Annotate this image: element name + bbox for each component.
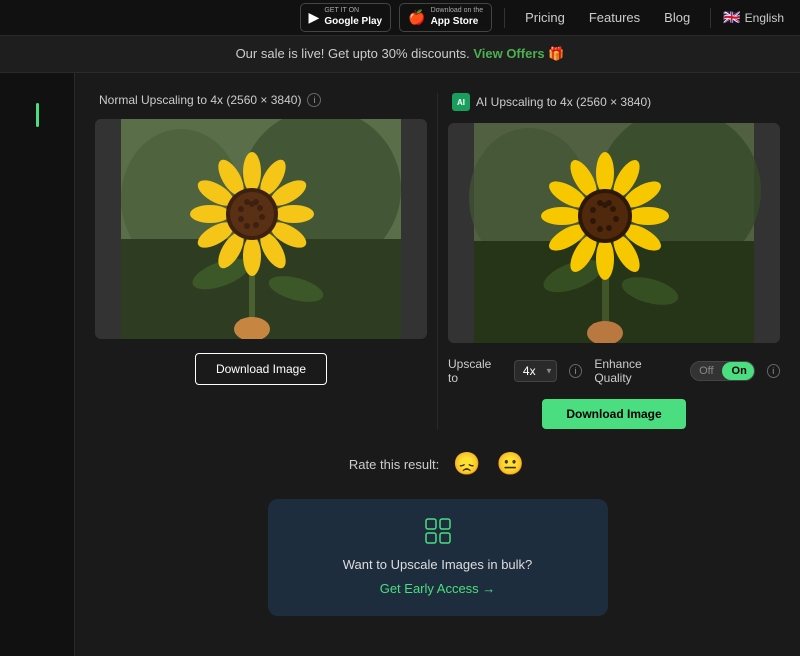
bulk-upscale-card: Want to Upscale Images in bulk? Get Earl… [268,499,608,616]
enhance-quality-label: Enhance Quality [594,357,678,385]
nav-divider-2 [710,8,711,28]
ai-panel-title: AI Upscaling to 4x (2560 × 3840) [476,95,651,109]
comparison-panels: Normal Upscaling to 4x (2560 × 3840) i [95,93,780,429]
normal-download-button[interactable]: Download Image [195,353,327,385]
flag-icon: 🇬🇧 [723,9,740,26]
toggle-off-label[interactable]: Off [691,362,721,380]
ai-image-container [448,123,780,343]
ai-upscaling-panel: AI AI Upscaling to 4x (2560 × 3840) [448,93,780,429]
normal-panel-title: Normal Upscaling to 4x (2560 × 3840) [99,93,301,107]
normal-sunflower-image [95,119,427,339]
enhance-info-icon[interactable]: i [767,364,780,378]
ai-panel-header: AI AI Upscaling to 4x (2560 × 3840) [448,93,651,111]
ai-panel-icon: AI [452,93,470,111]
app-store-badge[interactable]: 🍎 Download on the App Store [399,3,492,31]
left-sidebar [0,73,75,656]
top-navigation: ▶ GET IT ON Google Play 🍎 Download on th… [0,0,800,36]
upscale-controls: Upscale to 4x 2x 3x ▼ i Enhance Quality … [448,357,780,385]
normal-upscaling-panel: Normal Upscaling to 4x (2560 × 3840) i [95,93,427,429]
toggle-on-label[interactable]: On [722,362,755,380]
bulk-card-title: Want to Upscale Images in bulk? [292,557,584,572]
rating-label: Rate this result: [349,457,439,472]
upscale-select-wrapper: 4x 2x 3x ▼ [514,360,557,382]
upscale-to-label: Upscale to [448,357,502,385]
upscale-select[interactable]: 4x 2x 3x [514,360,557,382]
normal-info-icon[interactable]: i [307,93,321,107]
ai-sunflower-image [448,123,780,343]
rating-sad-button[interactable]: 😞 [451,449,482,479]
normal-panel-header: Normal Upscaling to 4x (2560 × 3840) i [95,93,321,107]
bulk-icon [292,517,584,551]
enhance-quality-toggle[interactable]: Off On [690,361,755,381]
sale-banner: Our sale is live! Get upto 30% discounts… [0,36,800,73]
rating-section: Rate this result: 😞 😐 [95,449,780,479]
google-play-badge[interactable]: ▶ GET IT ON Google Play [300,3,392,31]
sidebar-tab-indicator [36,103,39,127]
view-offers-link[interactable]: View Offers [473,46,544,61]
apple-icon: 🍎 [408,9,425,26]
bulk-icon-svg [424,517,452,545]
upscale-info-icon[interactable]: i [569,364,582,378]
language-selector[interactable]: 🇬🇧 English [723,9,784,26]
content-area: Normal Upscaling to 4x (2560 × 3840) i [75,73,800,656]
rating-neutral-button[interactable]: 😐 [495,449,526,479]
ai-download-button[interactable]: Download Image [542,399,685,429]
google-play-icon: ▶ [309,9,320,26]
main-content: Normal Upscaling to 4x (2560 × 3840) i [0,73,800,656]
panel-separator [437,93,438,429]
pricing-link[interactable]: Pricing [517,8,573,27]
ai-image-svg [448,123,780,343]
blog-link[interactable]: Blog [656,8,698,27]
early-access-link[interactable]: Get Early Access → [380,581,496,596]
features-link[interactable]: Features [581,8,648,27]
normal-image-svg [95,119,427,339]
nav-divider [504,8,505,28]
normal-image-container [95,119,427,339]
